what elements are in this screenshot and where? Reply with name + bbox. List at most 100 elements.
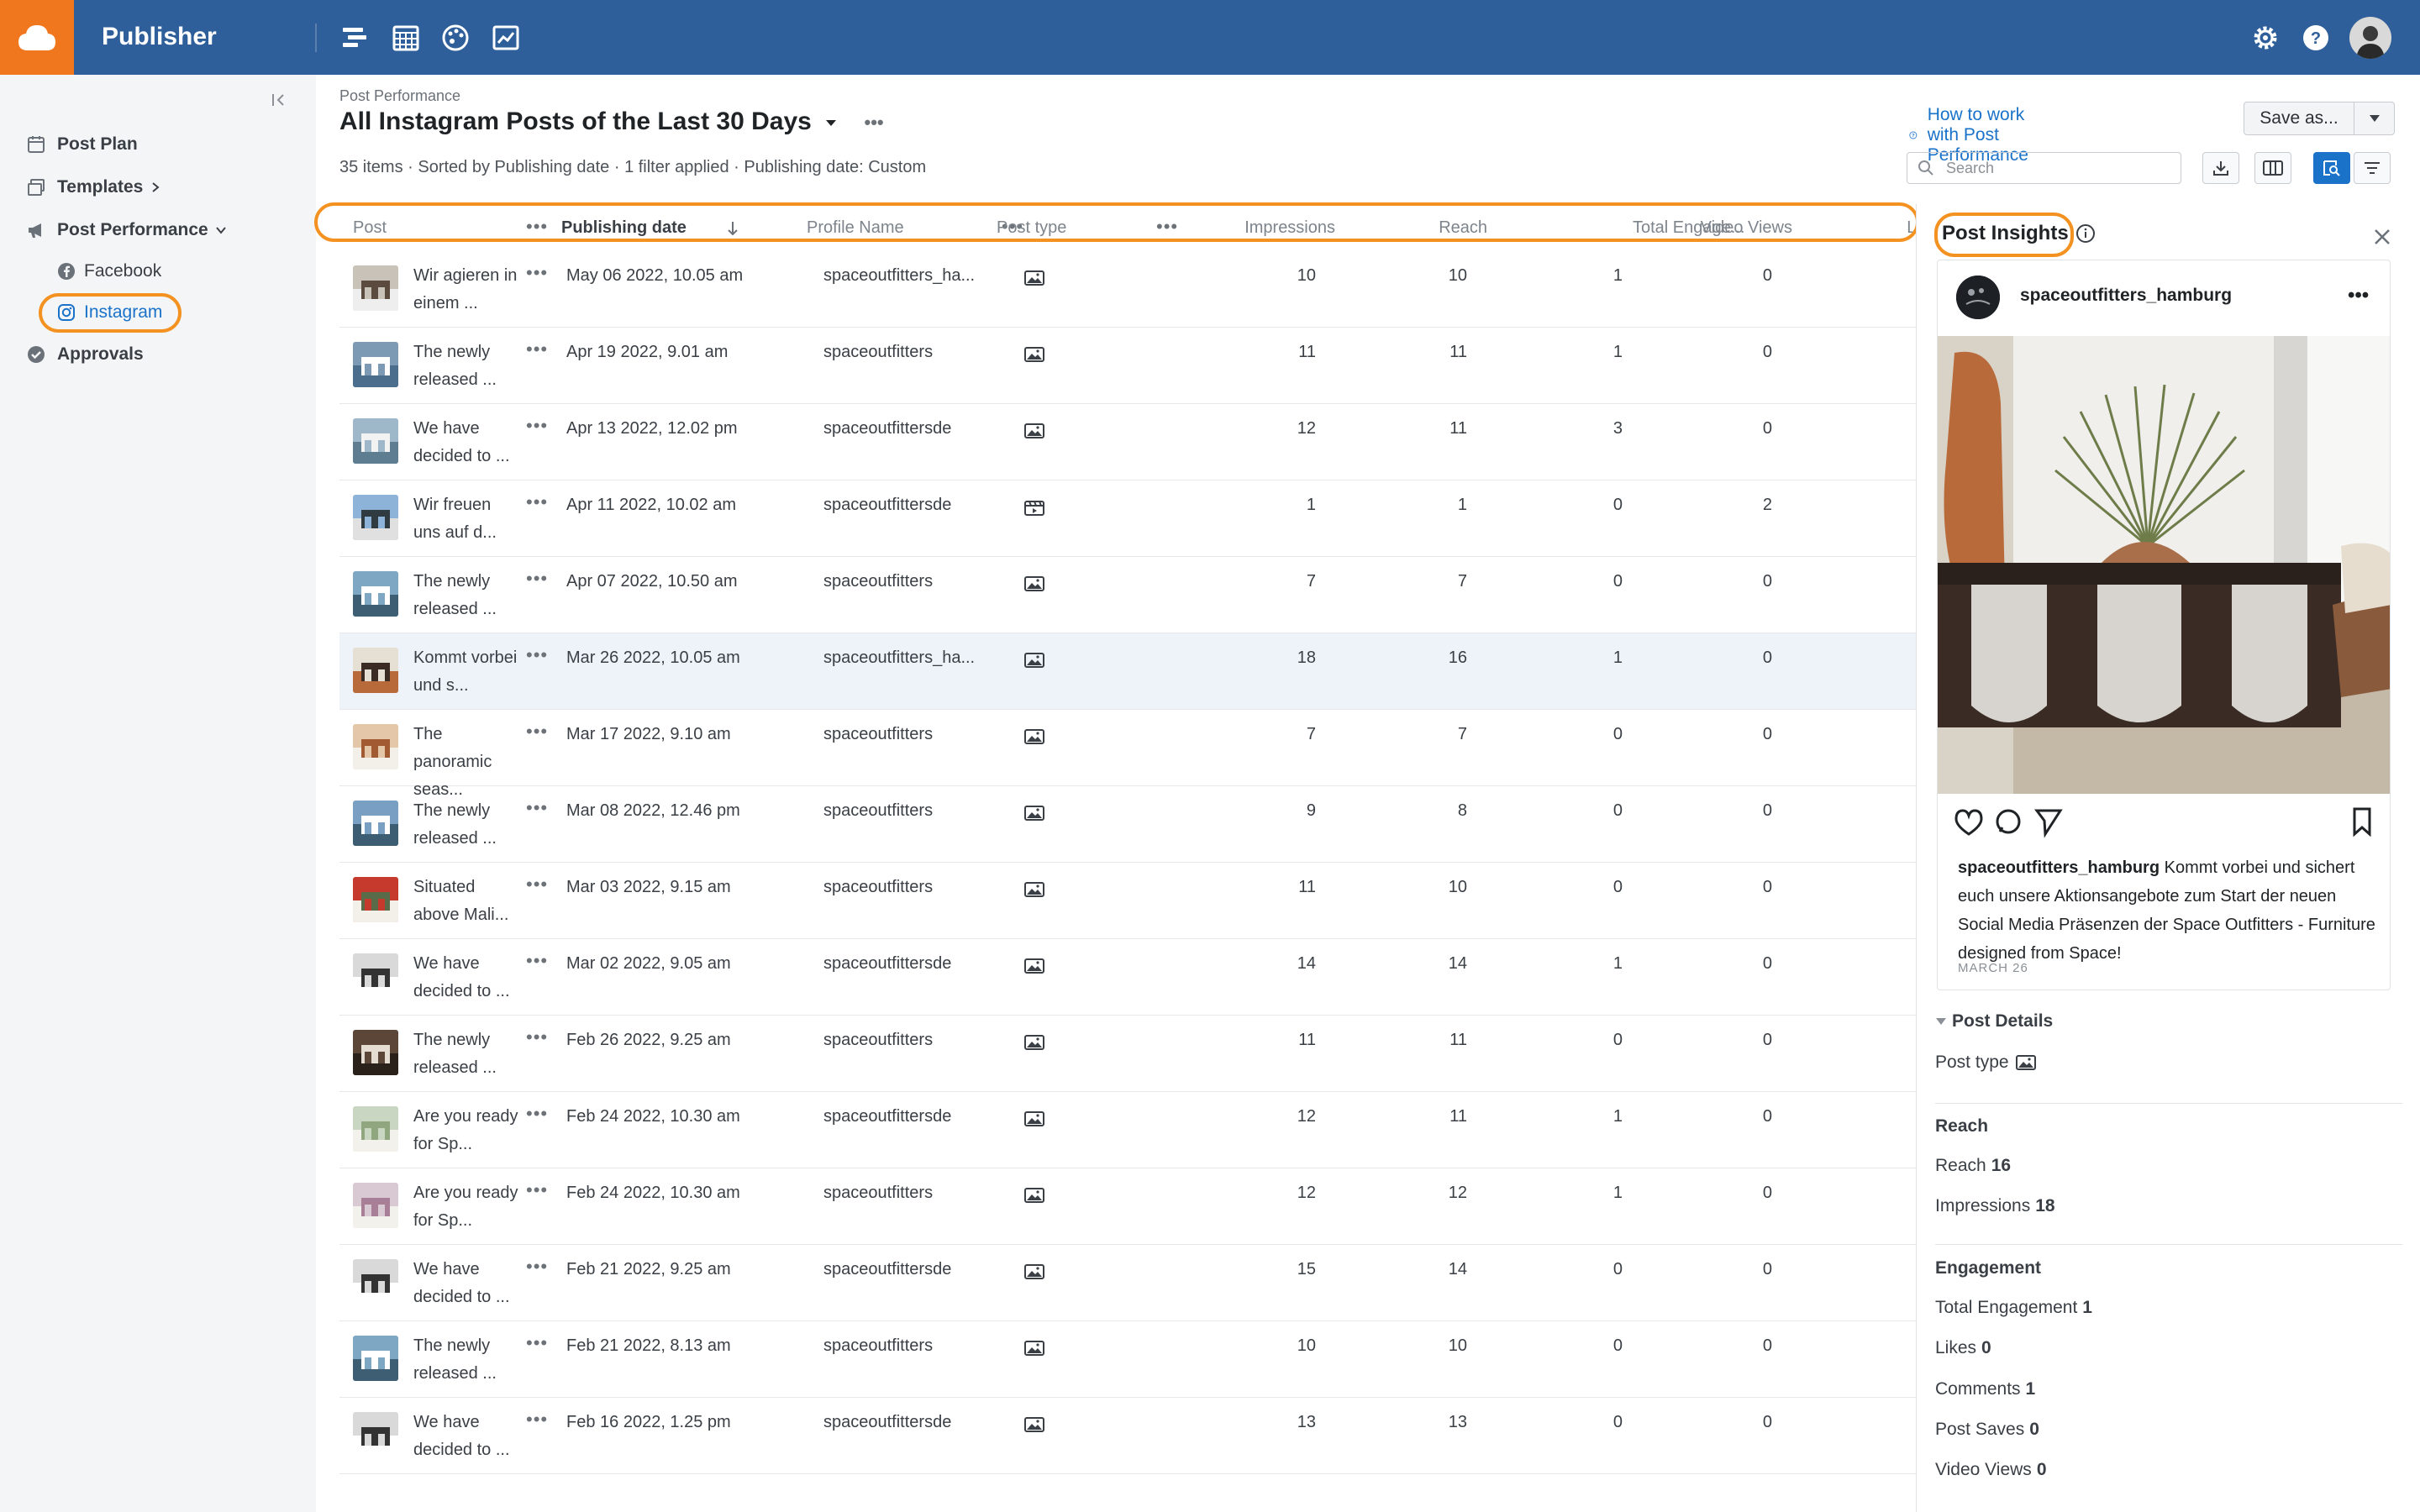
publishing-date-cell: Mar 03 2022, 9.15 am	[566, 878, 731, 896]
table-row[interactable]: We have decided to ... ••• Apr 13 2022, 12…	[339, 404, 1916, 480]
total-engagement-row: Total Engagement 1	[1935, 1298, 2092, 1317]
row-options-icon[interactable]: •••	[526, 1026, 548, 1048]
save-as-dropdown-icon[interactable]	[2354, 102, 2394, 134]
row-options-icon[interactable]: •••	[526, 491, 548, 513]
post-excerpt[interactable]: The newly released ...	[413, 568, 523, 623]
impressions-cell: 10	[1297, 266, 1316, 285]
post-excerpt[interactable]: Wir agieren in einem ...	[413, 262, 523, 318]
table-row[interactable]: We have decided to ... ••• Feb 16 2022, 1.…	[339, 1398, 1916, 1474]
post-excerpt[interactable]: Are you ready for Sp...	[413, 1103, 523, 1158]
facebook-icon	[58, 263, 75, 280]
total-engagement-cell: 0	[1612, 496, 1623, 514]
profile-name-cell: spaceoutfitters	[823, 1031, 934, 1049]
sidebar-item-approvals[interactable]: Approvals	[27, 339, 144, 370]
chevron-down-icon	[215, 227, 226, 234]
post-excerpt[interactable]: The newly released ...	[413, 797, 523, 853]
filter-button[interactable]	[2354, 152, 2391, 184]
search-input[interactable]: Search	[1907, 152, 2181, 184]
columns-button[interactable]	[2254, 152, 2291, 184]
post-excerpt[interactable]: Kommt vorbei und s...	[413, 644, 523, 700]
profile-name-cell: spaceoutfitters	[823, 572, 934, 591]
post-excerpt[interactable]: Wir freuen uns auf d...	[413, 491, 523, 547]
table-row[interactable]: The newly released ... ••• Apr 19 2022, 9.…	[339, 328, 1916, 404]
user-avatar[interactable]	[2349, 17, 2391, 59]
profile-name-cell: spaceoutfitters	[823, 343, 934, 361]
row-options-icon[interactable]: •••	[526, 1409, 548, 1431]
post-excerpt[interactable]: Are you ready for Sp...	[413, 1179, 523, 1235]
profile-name-cell: spaceoutfitters	[823, 1184, 934, 1202]
row-options-icon[interactable]: •••	[526, 1332, 548, 1354]
row-options-icon[interactable]: •••	[526, 874, 548, 895]
table-row[interactable]: The panoramic seas... ••• Mar 17 2022, 9.1…	[339, 710, 1916, 799]
cloud-logo-icon[interactable]	[0, 0, 74, 75]
insights-view-button[interactable]	[2313, 152, 2350, 184]
publishing-date-cell: Mar 17 2022, 9.10 am	[566, 725, 731, 743]
row-options-icon[interactable]: •••	[526, 339, 548, 360]
settings-gear-icon[interactable]	[2249, 21, 2282, 55]
profile-name-cell: spaceoutfittersde	[823, 1260, 952, 1278]
palette-icon[interactable]	[440, 23, 471, 53]
sidebar-item-post-plan[interactable]: Post Plan	[27, 129, 138, 160]
table-row[interactable]: Situated above Mali... ••• Mar 03 2022, 9.…	[339, 863, 1916, 939]
post-excerpt[interactable]: The newly released ...	[413, 1026, 523, 1082]
table-row[interactable]: Wir agieren in einem ... ••• May 06 2022, …	[339, 251, 1916, 328]
table-row[interactable]: Wir freuen uns auf d... ••• Apr 11 2022, 1…	[339, 480, 1916, 557]
download-button[interactable]	[2202, 152, 2239, 184]
table-row[interactable]: Kommt vorbei und s... ••• Mar 26 2022, 10.…	[339, 633, 1916, 710]
close-icon[interactable]	[2370, 225, 2394, 249]
sidebar-item-facebook[interactable]: Facebook	[57, 256, 161, 286]
instagram-highlight-ring	[39, 293, 182, 333]
post-image	[1938, 336, 2390, 794]
video-views-cell: 0	[1762, 1031, 1772, 1049]
calendar-icon[interactable]	[391, 23, 421, 53]
row-options-icon[interactable]: •••	[526, 1256, 548, 1278]
table-row[interactable]: The newly released ... ••• Apr 07 2022, 10…	[339, 557, 1916, 633]
post-excerpt[interactable]: We have decided to ...	[413, 415, 523, 470]
post-excerpt[interactable]: Situated above Mali...	[413, 874, 523, 929]
post-details-toggle[interactable]: Post Details	[1935, 1011, 2053, 1032]
post-excerpt[interactable]: We have decided to ...	[413, 1256, 523, 1311]
sidebar-item-templates[interactable]: Templates	[27, 172, 161, 202]
timeline-icon[interactable]	[339, 23, 370, 53]
post-excerpt[interactable]: We have decided to ...	[413, 950, 523, 1005]
collapse-sidebar-icon[interactable]	[267, 88, 291, 112]
view-options-icon[interactable]: •••	[865, 112, 884, 133]
row-options-icon[interactable]: •••	[526, 415, 548, 437]
row-options-icon[interactable]: •••	[526, 721, 548, 743]
sidebar-item-post-performance[interactable]: Post Performance	[27, 215, 227, 245]
info-icon[interactable]	[2075, 223, 2096, 244]
profile-name-cell: spaceoutfittersde	[823, 954, 952, 973]
table-row[interactable]: Are you ready for Sp... ••• Feb 24 2022, 1…	[339, 1092, 1916, 1168]
help-icon[interactable]: ?	[2299, 21, 2333, 55]
image-post-icon	[1023, 269, 1045, 287]
table-row[interactable]: The newly released ... ••• Feb 26 2022, 9.…	[339, 1016, 1916, 1092]
table-row[interactable]: The newly released ... ••• Mar 08 2022, 12…	[339, 786, 1916, 863]
reach-cell: 12	[1448, 1184, 1467, 1202]
svg-text:?: ?	[2311, 29, 2321, 48]
row-options-icon[interactable]: •••	[526, 797, 548, 819]
publishing-date-cell: Feb 26 2022, 9.25 am	[566, 1031, 731, 1049]
row-options-icon[interactable]: •••	[526, 568, 548, 590]
table-row[interactable]: We have decided to ... ••• Mar 02 2022, 9.…	[339, 939, 1916, 1016]
row-options-icon[interactable]: •••	[526, 1179, 548, 1201]
post-excerpt[interactable]: We have decided to ...	[413, 1409, 523, 1464]
post-excerpt[interactable]: The newly released ...	[413, 339, 523, 394]
row-options-icon[interactable]: •••	[526, 262, 548, 284]
breadcrumb[interactable]: Post Performance	[339, 87, 460, 105]
post-thumbnail	[353, 1412, 398, 1457]
row-options-icon[interactable]: •••	[526, 1103, 548, 1125]
row-options-icon[interactable]: •••	[526, 950, 548, 972]
save-as-button[interactable]: Save as...	[2244, 102, 2395, 135]
page-title[interactable]: All Instagram Posts of the Last 30 Days …	[339, 105, 884, 139]
row-options-icon[interactable]: •••	[526, 644, 548, 666]
table-row[interactable]: Are you ready for Sp... ••• Feb 24 2022, 1…	[339, 1168, 1916, 1245]
post-excerpt[interactable]: The newly released ...	[413, 1332, 523, 1388]
analytics-icon[interactable]	[491, 23, 521, 53]
table-row[interactable]: The newly released ... ••• Feb 21 2022, 8.…	[339, 1321, 1916, 1398]
impressions-cell: 9	[1306, 801, 1316, 820]
total-engagement-cell: 0	[1612, 878, 1623, 896]
video-views-cell: 0	[1762, 725, 1772, 743]
more-options-icon[interactable]: •••	[2348, 284, 2369, 307]
total-engagement-cell: 1	[1612, 1107, 1623, 1126]
table-row[interactable]: We have decided to ... ••• Feb 21 2022, 9.…	[339, 1245, 1916, 1321]
